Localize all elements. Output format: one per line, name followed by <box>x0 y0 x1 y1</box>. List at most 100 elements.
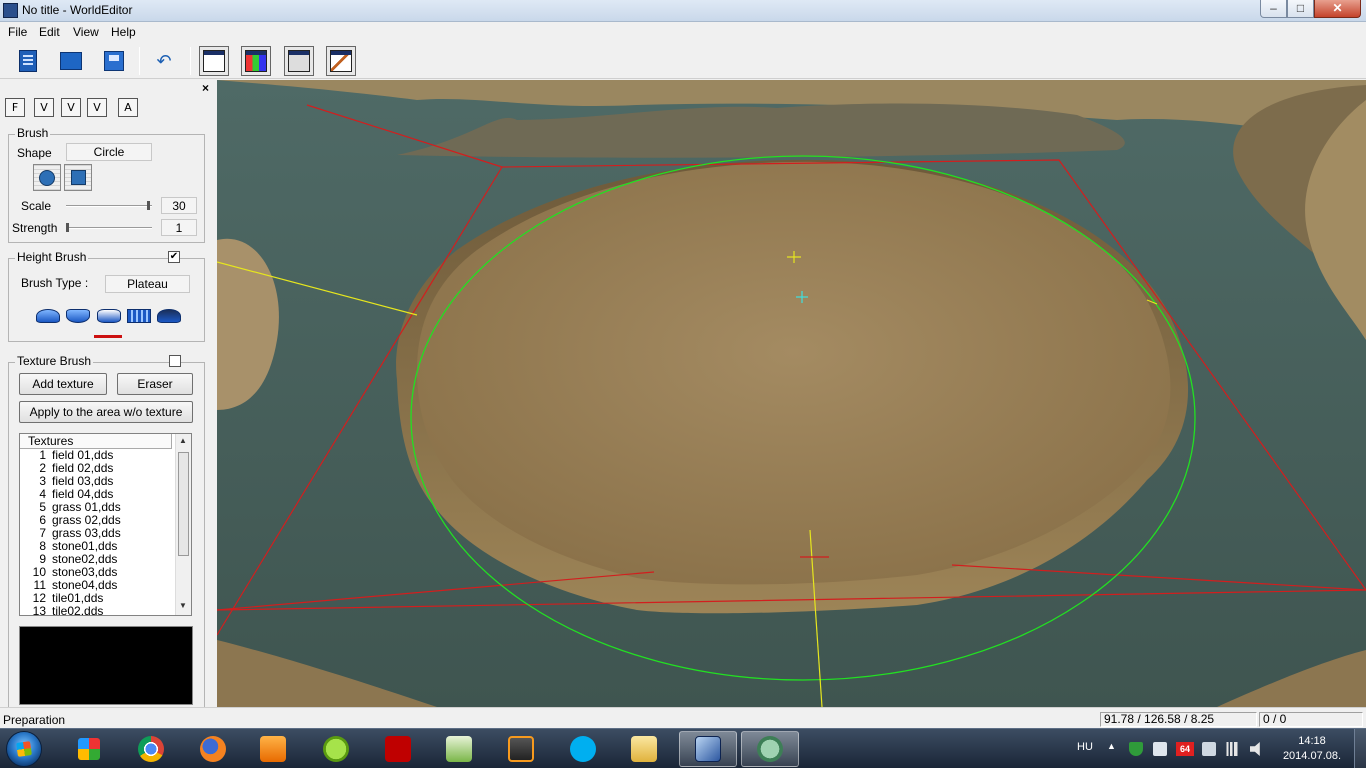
lower-brush-button[interactable] <box>63 302 92 330</box>
menu-view[interactable]: View <box>73 25 99 39</box>
noise-terrain-icon <box>126 309 151 323</box>
undo-icon: ↶ <box>156 50 172 72</box>
texture-filename: stone04,dds <box>52 578 118 592</box>
taskbar-apps-grid[interactable] <box>60 731 118 767</box>
circle-shape-button[interactable] <box>33 164 61 191</box>
brush-type-label: Brush Type : <box>21 276 89 290</box>
taskbar-clock[interactable]: 14:18 2014.07.08. <box>1280 734 1344 764</box>
mode-button-f[interactable]: F <box>5 98 25 117</box>
scale-slider-thumb[interactable] <box>147 201 151 210</box>
taskbar-tortoise[interactable] <box>741 731 799 767</box>
shield-icon[interactable] <box>1129 742 1143 756</box>
panel-grid-button[interactable] <box>284 46 314 76</box>
add-texture-button[interactable]: Add texture <box>19 373 107 395</box>
open-button[interactable] <box>56 46 86 76</box>
height-brush-checkbox[interactable]: ✔ <box>168 251 180 263</box>
terrain-scene[interactable] <box>217 80 1366 707</box>
taskbar-filezilla[interactable] <box>369 731 427 767</box>
menu-help[interactable]: Help <box>111 25 136 39</box>
scroll-thumb[interactable] <box>178 452 189 556</box>
show-desktop-button[interactable] <box>1354 729 1366 768</box>
circle-icon <box>39 169 55 186</box>
menu-edit[interactable]: Edit <box>39 25 60 39</box>
volume-icon[interactable] <box>1250 742 1260 756</box>
tray-device-icon[interactable] <box>1202 742 1216 756</box>
scroll-down-icon[interactable]: ▼ <box>179 601 187 610</box>
brush-type-value: Plateau <box>105 275 190 293</box>
texture-list-scrollbar[interactable]: ▲ ▼ <box>175 434 191 615</box>
close-button[interactable]: ✕ <box>1314 0 1361 18</box>
scale-value[interactable]: 30 <box>161 197 197 214</box>
title-bar: No title - WorldEditor – □ ✕ <box>0 0 1366 22</box>
eraser-button[interactable]: Eraser <box>117 373 193 395</box>
raise-brush-button[interactable] <box>33 302 62 330</box>
mode-button-v1[interactable]: V <box>34 98 54 117</box>
status-coordinates: 91.78 / 126.58 / 8.25 <box>1100 712 1257 727</box>
status-bar: Preparation 91.78 / 126.58 / 8.25 0 / 0 <box>0 707 1366 728</box>
taskbar-sublime[interactable] <box>492 731 550 767</box>
panel-palette-button[interactable] <box>241 46 271 76</box>
panel-edit-button[interactable] <box>326 46 356 76</box>
3d-viewport[interactable] <box>217 80 1366 707</box>
save-button[interactable] <box>99 46 129 76</box>
new-document-button[interactable] <box>13 46 43 76</box>
texture-list-item[interactable]: 13 tile02,dds <box>20 605 175 616</box>
status-mode: Preparation <box>3 713 66 727</box>
panel-close-button[interactable]: × <box>202 81 209 95</box>
taskbar-paw[interactable] <box>307 731 365 767</box>
paw-icon <box>323 736 349 762</box>
tray-hand-icon[interactable] <box>1153 742 1167 756</box>
chrome-icon <box>138 736 164 762</box>
texture-filename: field 01,dds <box>52 448 114 462</box>
taskbar-notepad[interactable] <box>430 731 488 767</box>
taskbar-media-player[interactable] <box>244 731 302 767</box>
tray-expand-icon[interactable]: ▲ <box>1107 741 1116 751</box>
panel-grid-icon <box>288 50 310 72</box>
tray-64-badge[interactable]: 64 <box>1176 742 1194 756</box>
windows-taskbar: HU ▲ 64 14:18 2014.07.08. <box>0 728 1366 768</box>
texture-brush-checkbox[interactable] <box>169 355 181 367</box>
open-folder-icon <box>60 52 82 70</box>
flatten-brush-button[interactable] <box>154 302 183 330</box>
maximize-button[interactable]: □ <box>1287 0 1314 18</box>
taskbar-firefox[interactable] <box>184 731 242 767</box>
toolbar-separator <box>139 47 140 75</box>
taskbar-chrome[interactable] <box>122 731 180 767</box>
menu-file[interactable]: File <box>8 25 27 39</box>
plateau-terrain-icon <box>96 309 121 323</box>
mode-button-v2[interactable]: V <box>61 98 81 117</box>
taskbar-worldeditor[interactable] <box>679 731 737 767</box>
minimize-button[interactable]: – <box>1260 0 1287 18</box>
language-indicator[interactable]: HU <box>1077 741 1093 753</box>
texture-list[interactable]: Textures 1 field 01,dds 2 field 02,dds 3 fiel… <box>19 433 192 616</box>
network-signal-icon[interactable] <box>1225 742 1239 756</box>
texture-filename: stone02,dds <box>52 552 118 566</box>
start-button[interactable] <box>6 731 42 767</box>
strength-label: Strength <box>12 221 58 235</box>
undo-button[interactable]: ↶ <box>149 46 179 76</box>
panel-objects-button[interactable] <box>199 46 229 76</box>
texture-rows: 1 field 01,dds 2 field 02,dds 3 field 03,dds 4… <box>20 449 175 616</box>
save-icon <box>104 51 124 71</box>
scroll-up-icon[interactable]: ▲ <box>179 436 187 445</box>
texture-list-header[interactable]: Textures <box>20 434 172 449</box>
strength-slider-track[interactable] <box>66 227 152 229</box>
strength-value[interactable]: 1 <box>161 219 197 236</box>
scale-slider-track[interactable] <box>66 205 152 207</box>
mode-button-a[interactable]: A <box>118 98 138 117</box>
strength-slider-thumb[interactable] <box>66 223 69 232</box>
worldeditor-app-icon[interactable] <box>3 3 18 18</box>
plateau-brush-button[interactable] <box>94 302 123 330</box>
square-shape-button[interactable] <box>64 164 92 191</box>
taskbar-explorer[interactable] <box>615 731 673 767</box>
texture-filename: field 02,dds <box>52 461 114 475</box>
texture-filename: tile01,dds <box>52 591 104 605</box>
shape-value: Circle <box>66 143 152 161</box>
explorer-icon <box>631 736 657 762</box>
taskbar-skype[interactable] <box>554 731 612 767</box>
mode-button-v3[interactable]: V <box>87 98 107 117</box>
apply-area-button[interactable]: Apply to the area w/o texture <box>19 401 193 423</box>
square-icon <box>70 170 86 185</box>
texture-preview <box>19 626 193 705</box>
noise-brush-button[interactable] <box>124 302 153 330</box>
